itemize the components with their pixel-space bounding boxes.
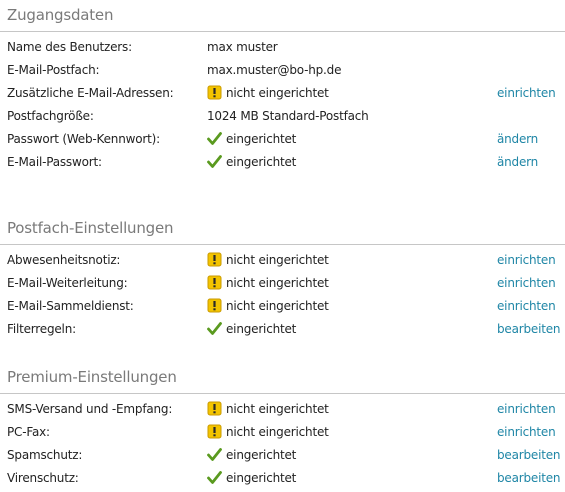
checkmark-icon — [207, 132, 222, 145]
row-postfachgroesse: Postfachgröße: 1024 MB Standard-Postfach — [0, 105, 565, 127]
warning-icon — [207, 298, 222, 313]
row-label: E-Mail-Sammeldienst: — [7, 299, 134, 313]
value-text: nicht eingerichtet — [226, 425, 329, 439]
row-spamschutz: Spamschutz: eingerichtet bearbeiten — [0, 444, 565, 466]
row-label: Spamschutz: — [7, 448, 83, 462]
row-label: E-Mail-Passwort: — [7, 155, 102, 169]
value-text: nicht eingerichtet — [226, 253, 329, 267]
row-value: eingerichtet — [207, 444, 296, 466]
aendern-link[interactable]: ändern — [497, 128, 538, 150]
row-label: Abwesenheitsnotiz: — [7, 253, 121, 267]
row-label: Passwort (Web-Kennwort): — [7, 132, 160, 146]
warning-icon — [207, 401, 222, 416]
bearbeiten-link[interactable]: bearbeiten — [497, 467, 561, 489]
value-text: nicht eingerichtet — [226, 276, 329, 290]
section-title: Premium-Einstellungen — [7, 368, 177, 386]
value-text: eingerichtet — [226, 471, 297, 485]
value-text: nicht eingerichtet — [226, 299, 329, 313]
row-label: SMS-Versand und -Empfang: — [7, 402, 173, 416]
row-label: E-Mail-Postfach: — [7, 63, 100, 77]
value-text: eingerichtet — [226, 322, 297, 336]
row-label: Name des Benutzers: — [7, 40, 132, 54]
warning-icon — [207, 252, 222, 267]
value-text: nicht eingerichtet — [226, 86, 329, 100]
row-virenschutz: Virenschutz: eingerichtet bearbeiten — [0, 467, 565, 489]
warning-icon — [207, 275, 222, 290]
row-abwesenheitsnotiz: Abwesenheitsnotiz: nicht eingerichtet ei… — [0, 249, 565, 271]
checkmark-icon — [207, 322, 222, 335]
row-value: nicht eingerichtet — [207, 249, 329, 271]
einrichten-link[interactable]: einrichten — [497, 249, 556, 271]
row-email-passwort: E-Mail-Passwort: eingerichtet ändern — [0, 151, 565, 173]
warning-icon — [207, 424, 222, 439]
value-text: eingerichtet — [226, 132, 297, 146]
row-value: nicht eingerichtet — [207, 398, 329, 420]
row-label: PC-Fax: — [7, 425, 50, 439]
bearbeiten-link[interactable]: bearbeiten — [497, 444, 561, 466]
value-text: eingerichtet — [226, 448, 297, 462]
row-value: nicht eingerichtet — [207, 295, 329, 317]
row-value: max muster — [207, 36, 278, 58]
row-email-postfach: E-Mail-Postfach: max.muster@bo-hp.de — [0, 59, 565, 81]
row-value: nicht eingerichtet — [207, 82, 329, 104]
row-pc-fax: PC-Fax: nicht eingerichtet einrichten — [0, 421, 565, 443]
checkmark-icon — [207, 155, 222, 168]
checkmark-icon — [207, 471, 222, 484]
value-text: eingerichtet — [226, 155, 297, 169]
row-sms-versand: SMS-Versand und -Empfang: nicht eingeric… — [0, 398, 565, 420]
section-title: Postfach-Einstellungen — [7, 219, 174, 237]
section-divider — [0, 393, 565, 394]
bearbeiten-link[interactable]: bearbeiten — [497, 318, 561, 340]
row-value: eingerichtet — [207, 318, 296, 340]
einrichten-link[interactable]: einrichten — [497, 398, 556, 420]
einrichten-link[interactable]: einrichten — [497, 421, 556, 443]
row-label: Virenschutz: — [7, 471, 79, 485]
section-divider — [0, 31, 565, 32]
value-text: max muster — [207, 40, 278, 54]
row-zusaetzliche-adressen: Zusätzliche E-Mail-Adressen: nicht einge… — [0, 82, 565, 104]
row-value: nicht eingerichtet — [207, 421, 329, 443]
row-label: E-Mail-Weiterleitung: — [7, 276, 128, 290]
einrichten-link[interactable]: einrichten — [497, 272, 556, 294]
row-value: 1024 MB Standard-Postfach — [207, 105, 369, 127]
aendern-link[interactable]: ändern — [497, 151, 538, 173]
einrichten-link[interactable]: einrichten — [497, 82, 556, 104]
warning-icon — [207, 85, 222, 100]
row-value: eingerichtet — [207, 128, 296, 150]
row-email-sammeldienst: E-Mail-Sammeldienst: nicht eingerichtet … — [0, 295, 565, 317]
row-value: eingerichtet — [207, 151, 296, 173]
row-value: nicht eingerichtet — [207, 272, 329, 294]
section-divider — [0, 244, 565, 245]
row-label: Zusätzliche E-Mail-Adressen: — [7, 86, 174, 100]
row-email-weiterleitung: E-Mail-Weiterleitung: nicht eingerichtet… — [0, 272, 565, 294]
row-value: max.muster@bo-hp.de — [207, 59, 341, 81]
value-text: nicht eingerichtet — [226, 402, 329, 416]
checkmark-icon — [207, 448, 222, 461]
row-filterregeln: Filterregeln: eingerichtet bearbeiten — [0, 318, 565, 340]
einrichten-link[interactable]: einrichten — [497, 295, 556, 317]
section-title: Zugangsdaten — [7, 6, 114, 24]
value-text: max.muster@bo-hp.de — [207, 63, 342, 77]
row-label: Postfachgröße: — [7, 109, 94, 123]
row-label: Filterregeln: — [7, 322, 76, 336]
row-value: eingerichtet — [207, 467, 296, 489]
value-text: 1024 MB Standard-Postfach — [207, 109, 369, 123]
row-passwort-web: Passwort (Web-Kennwort): eingerichtet än… — [0, 128, 565, 150]
row-benutzername: Name des Benutzers: max muster — [0, 36, 565, 58]
